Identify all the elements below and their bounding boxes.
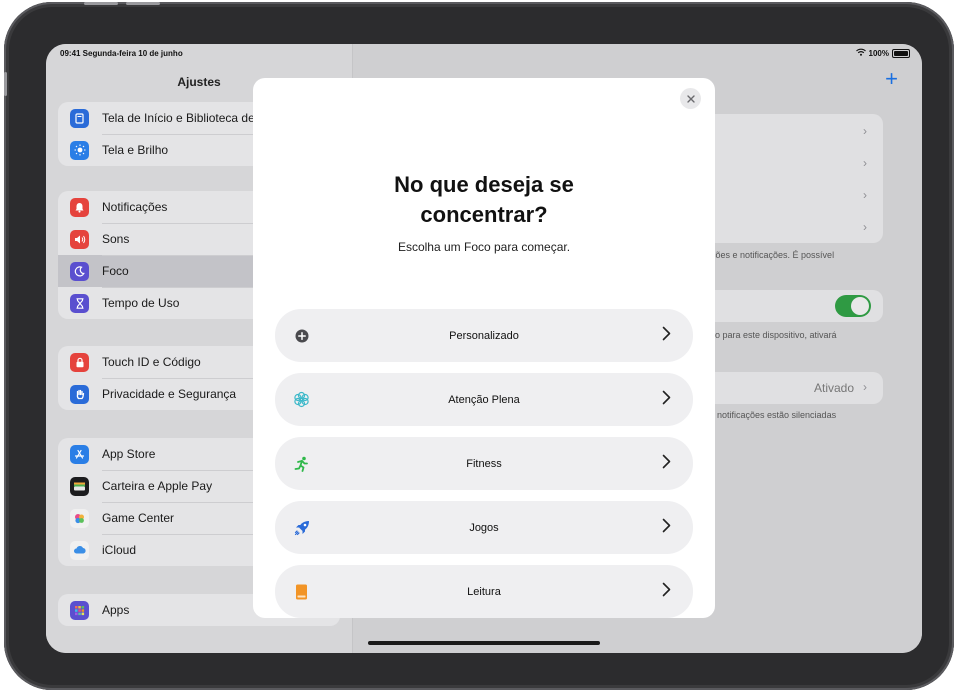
wallet-icon	[70, 476, 89, 496]
focus-setup-modal: No que deseja se concentrar? Escolha um …	[253, 78, 715, 618]
hourglass-icon	[70, 293, 89, 313]
apps-icon	[70, 600, 89, 620]
chevron-right-icon	[662, 454, 671, 474]
chevron-right-icon: ›	[863, 220, 867, 234]
detail-footnote: notificações estão silenciadas	[717, 410, 837, 420]
status-value: Ativado	[814, 381, 855, 395]
home-indicator[interactable]	[368, 641, 600, 645]
focus-option-fitness[interactable]: Fitness	[275, 437, 693, 490]
focus-option-label: Personalizado	[449, 329, 519, 342]
screen: Ajustes Tela de Início e Biblioteca de A…	[46, 44, 922, 653]
focus-option-label: Atenção Plena	[448, 393, 520, 406]
sidebar-item-label: iCloud	[102, 543, 137, 557]
sidebar-item-label: App Store	[102, 447, 156, 461]
chevron-right-icon	[662, 390, 671, 410]
sidebar-item-label: Sons	[102, 232, 130, 246]
chevron-right-icon: ›	[863, 156, 867, 170]
book-icon	[293, 583, 310, 600]
sidebar-item-label: Privacidade e Segurança	[102, 387, 237, 401]
sidebar-item-label: Tela e Brilho	[102, 143, 169, 157]
chevron-right-icon	[662, 326, 671, 346]
sidebar-item-label: Carteira e Apple Pay	[102, 479, 213, 493]
app-store-icon	[70, 444, 89, 464]
cloud-icon	[70, 540, 89, 560]
focus-option-label: Leitura	[467, 585, 501, 598]
focus-option-label: Fitness	[466, 457, 502, 470]
close-button[interactable]	[680, 88, 701, 109]
add-focus-button[interactable]: +	[885, 68, 898, 90]
focus-option-reading[interactable]: Leitura	[275, 565, 693, 618]
close-icon	[686, 94, 695, 103]
plus-circle-icon	[293, 327, 310, 344]
chevron-right-icon	[662, 518, 671, 538]
sidebar-item-label: Touch ID e Código	[102, 355, 201, 369]
wifi-icon	[855, 48, 866, 58]
sidebar-item-label: Apps	[102, 603, 130, 617]
rocket-icon	[293, 519, 310, 536]
focus-option-gaming[interactable]: Jogos	[275, 501, 693, 554]
battery-percent: 100%	[868, 48, 889, 58]
volume-button	[126, 2, 160, 5]
status-right: 100%	[855, 48, 910, 58]
detail-footnote: lo para este dispositivo, ativará	[713, 330, 837, 340]
focus-option-mindfulness[interactable]: Atenção Plena	[275, 373, 693, 426]
bell-icon	[70, 197, 89, 217]
speaker-icon	[70, 229, 89, 249]
moon-icon	[70, 261, 89, 281]
focus-option-label: Jogos	[469, 521, 499, 534]
running-icon	[293, 455, 310, 472]
modal-subtitle: Escolha um Foco para começar.	[397, 240, 571, 254]
volume-button	[84, 2, 118, 5]
brightness-icon	[70, 140, 89, 160]
share-toggle[interactable]	[835, 295, 871, 317]
detail-footnote: ções e notificações. É possível	[711, 250, 835, 260]
game-center-icon	[70, 508, 89, 528]
home-screen-icon	[70, 108, 89, 128]
mindfulness-icon	[293, 391, 310, 408]
lock-icon	[70, 352, 89, 372]
battery-icon	[892, 48, 910, 58]
focus-option-custom[interactable]: Personalizado	[275, 309, 693, 362]
chevron-right-icon: ›	[863, 188, 867, 202]
chevron-right-icon	[662, 582, 671, 602]
sidebar-item-label: Foco	[102, 264, 129, 278]
hand-icon	[70, 384, 89, 404]
chevron-right-icon: ›	[863, 380, 867, 394]
sidebar-item-label: Game Center	[102, 511, 175, 525]
top-button	[4, 72, 7, 96]
sidebar-item-label: Tempo de Uso	[102, 296, 180, 310]
chevron-right-icon: ›	[863, 124, 867, 138]
sidebar-item-label: Notificações	[102, 200, 168, 214]
modal-title: No que deseja se concentrar?	[394, 172, 574, 227]
status-time: 09:41 Segunda-feira 10 de junho	[60, 49, 183, 58]
ipad-frame: Ajustes Tela de Início e Biblioteca de A…	[4, 2, 954, 690]
